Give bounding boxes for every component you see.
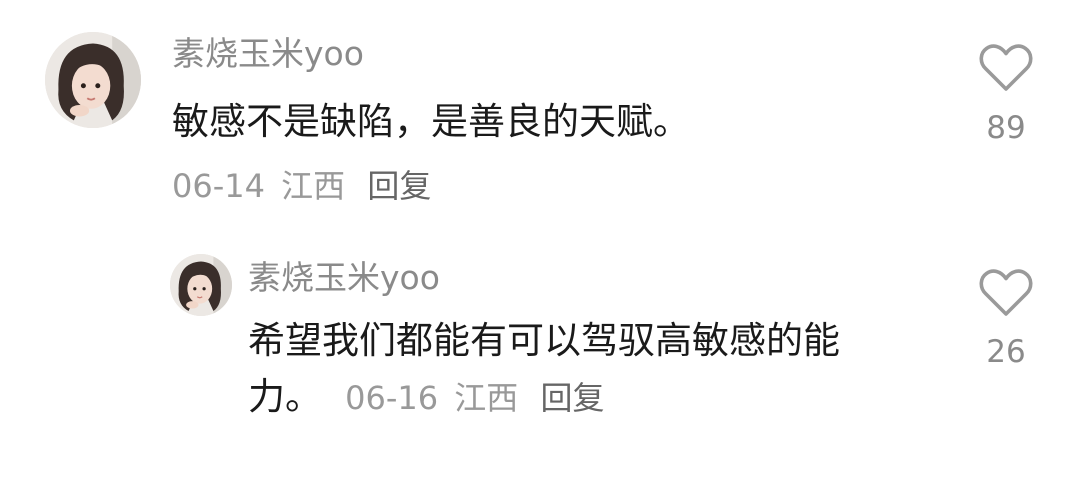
- reply-button[interactable]: 回复: [367, 167, 431, 205]
- avatar[interactable]: [45, 32, 141, 128]
- comment-text: 敏感不是缺陷，是善良的天赋。: [172, 100, 690, 143]
- heart-outline-icon: [979, 269, 1033, 316]
- like-count: 26: [986, 334, 1026, 370]
- avatar-image: [45, 32, 141, 128]
- reply-text-line1: 希望我们都能有可以驾驭高敏感的能: [248, 319, 840, 362]
- comment-username[interactable]: 素烧玉米yoo: [172, 34, 364, 74]
- reply-meta: 06-16 江西 回复: [345, 379, 604, 417]
- heart-outline-icon: [979, 44, 1033, 91]
- reply-date: 06-16: [345, 379, 439, 417]
- reply-location: 江西: [454, 379, 519, 417]
- like-count: 89: [986, 110, 1026, 146]
- comment-date: 06-14: [172, 167, 265, 205]
- like-button[interactable]: [978, 42, 1034, 94]
- comment-meta: 06-14 江西 回复: [172, 166, 431, 206]
- reply-second-line: 力。 06-16 江西 回复: [248, 374, 604, 427]
- reply-button[interactable]: 回复: [540, 379, 604, 417]
- reply-avatar[interactable]: [170, 254, 232, 316]
- avatar-image: [170, 254, 232, 316]
- reply-text-line2: 力。: [248, 375, 322, 418]
- comment-location: 江西: [281, 167, 346, 205]
- like-button[interactable]: [978, 267, 1034, 319]
- reply-username[interactable]: 素烧玉米yoo: [248, 258, 440, 298]
